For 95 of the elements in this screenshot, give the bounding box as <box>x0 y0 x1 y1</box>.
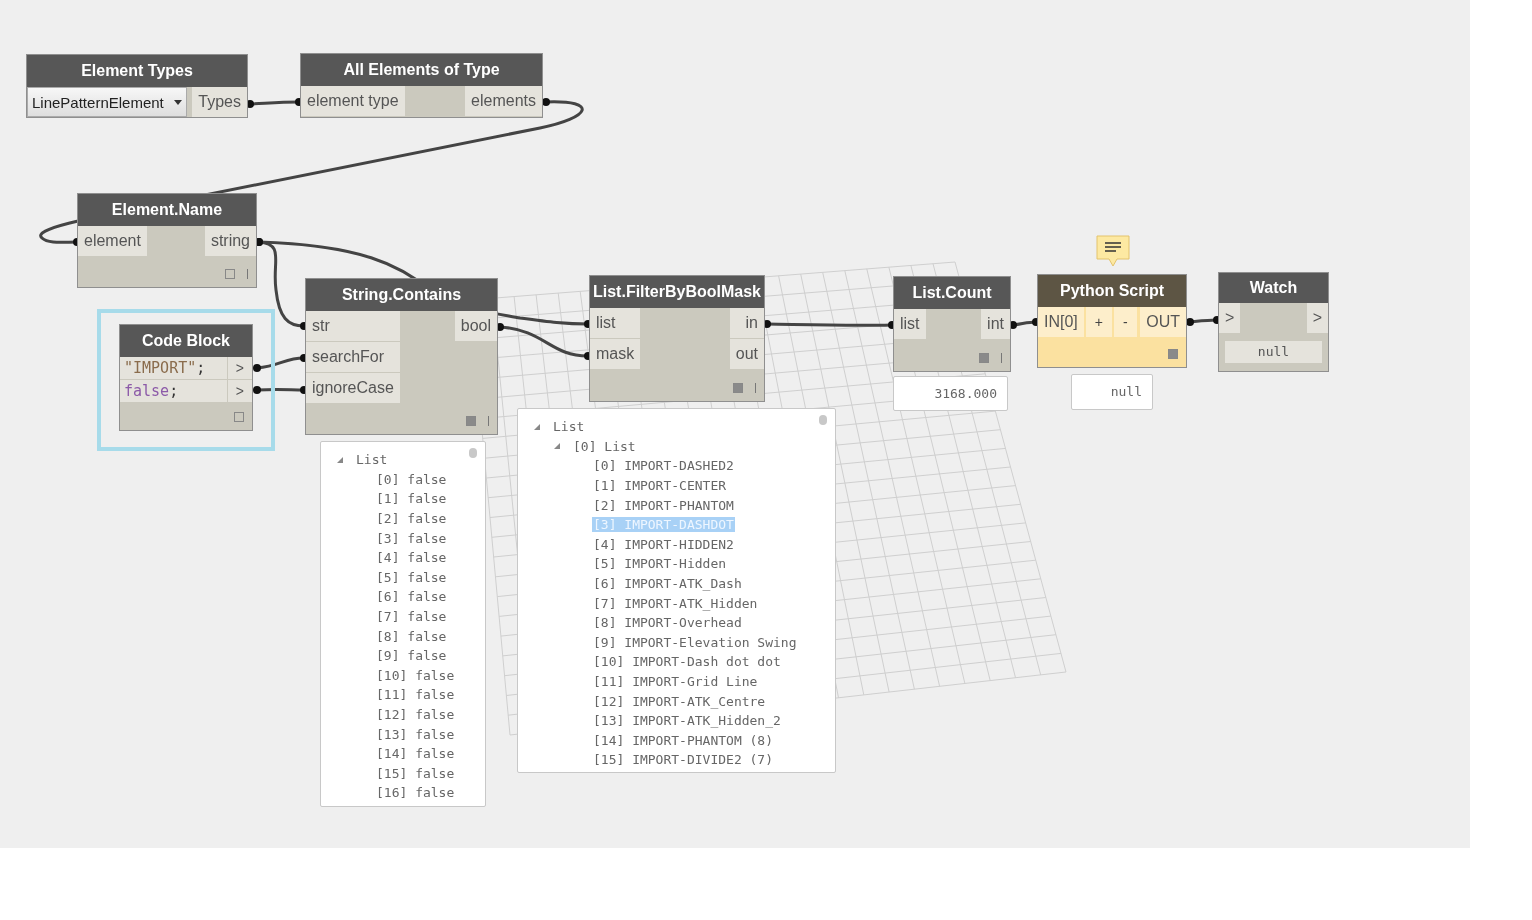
node-card[interactable]: Python Script IN[0] + - OUT <box>1037 274 1187 368</box>
list-item[interactable]: [6] false <box>375 589 448 605</box>
list-item[interactable]: [14] IMPORT-PHANTOM (8) <box>592 732 774 748</box>
input-port[interactable]: str <box>306 311 400 341</box>
type-dropdown[interactable]: LinePatternElement <box>27 87 187 117</box>
list-item[interactable]: [9] false <box>375 648 448 664</box>
node-card[interactable]: List.Count list int <box>893 276 1011 372</box>
input-port[interactable]: IN[0] <box>1038 307 1084 337</box>
preview-toggle-icon[interactable] <box>979 353 989 363</box>
output-port[interactable]: OUT <box>1140 307 1186 337</box>
node-card[interactable]: Watch > > null <box>1218 272 1329 372</box>
list-item[interactable]: [6] IMPORT-ATK_Dash <box>592 576 743 592</box>
input-port[interactable]: element <box>78 226 147 256</box>
preview-toggle-icon[interactable] <box>234 412 244 422</box>
list-item[interactable]: [2] IMPORT-PHANTOM <box>592 497 735 513</box>
watch-value: null <box>1225 341 1322 363</box>
list-item[interactable]: [2] false <box>375 511 448 527</box>
output-port[interactable]: Types <box>192 87 247 117</box>
scrollbar-thumb[interactable] <box>819 415 827 425</box>
list-item[interactable]: [11] IMPORT-Grid Line <box>592 674 759 689</box>
preview-toggle-icon[interactable] <box>466 416 476 426</box>
output-port[interactable]: int <box>981 309 1010 339</box>
preview-toggle-icon[interactable] <box>1168 349 1178 359</box>
output-port[interactable]: in <box>729 308 764 338</box>
output-port[interactable]: > <box>227 380 252 402</box>
comment-icon[interactable] <box>1096 235 1130 267</box>
list-item[interactable]: [15] false <box>375 765 456 781</box>
expand-icon[interactable] <box>337 456 343 463</box>
node-title[interactable]: Watch <box>1219 273 1328 303</box>
node-title[interactable]: List.Count <box>894 277 1010 309</box>
list-item[interactable]: [12] IMPORT-ATK_Centre <box>592 693 767 709</box>
preview-toggle-icon[interactable] <box>225 269 235 279</box>
preview-value: 3168.000 <box>893 376 1008 411</box>
node-title[interactable]: List.FilterByBoolMask <box>590 276 764 308</box>
list-item[interactable]: [13] false <box>375 726 456 742</box>
node-title[interactable]: All Elements of Type <box>301 54 542 86</box>
node-title[interactable]: Element Types <box>27 55 247 87</box>
list-item[interactable]: [12] false <box>375 707 456 722</box>
list-item[interactable]: [13] IMPORT-ATK_Hidden_2 <box>592 713 782 729</box>
list-item[interactable]: [10] IMPORT-Dash dot dot <box>592 654 782 670</box>
wire <box>253 354 308 372</box>
input-port[interactable]: list <box>590 308 641 338</box>
expand-icon[interactable] <box>554 443 560 450</box>
output-port[interactable]: > <box>227 357 252 379</box>
list-item[interactable]: [4] IMPORT-HIDDEN2 <box>592 536 735 552</box>
list-item[interactable]: [3] false <box>375 530 448 546</box>
port-button[interactable]: + <box>1085 307 1112 337</box>
node-card[interactable]: String.Contains str searchFor ignoreCase bool <box>305 278 498 435</box>
list-item[interactable]: [0] List <box>572 438 637 454</box>
list-item[interactable]: List <box>355 452 389 468</box>
preview-toggle-icon[interactable] <box>733 383 743 393</box>
node-title[interactable]: String.Contains <box>306 279 497 311</box>
node-title[interactable]: Code Block <box>120 325 252 357</box>
input-port[interactable]: ignoreCase <box>306 373 400 403</box>
input-port[interactable]: list <box>894 309 926 339</box>
expand-icon[interactable] <box>534 423 540 430</box>
node-card[interactable]: Code Block "IMPORT"; false; > > <box>119 324 253 431</box>
node-card[interactable]: Element Types LinePatternElement Types <box>26 54 248 118</box>
input-port[interactable]: searchFor <box>306 342 400 372</box>
wire <box>253 386 308 394</box>
list-item[interactable]: [1] IMPORT-CENTER <box>592 478 728 494</box>
node-title[interactable]: Python Script <box>1038 275 1186 307</box>
list-item[interactable]: [7] IMPORT-ATK_Hidden <box>592 595 759 611</box>
list-item[interactable]: [10] false <box>375 667 456 683</box>
list-item[interactable]: [4] false <box>375 550 448 566</box>
list-item[interactable]: [16] false <box>375 785 456 801</box>
list-item[interactable]: [11] false <box>375 687 456 703</box>
list-item[interactable]: [9] IMPORT-Elevation Swing <box>592 634 798 650</box>
list-item[interactable]: [1] false <box>375 491 448 507</box>
output-port[interactable]: out <box>729 339 764 369</box>
list-item[interactable]: [5] IMPORT-Hidden <box>592 556 728 572</box>
node-card[interactable]: All Elements of Type element type elements <box>300 53 543 118</box>
node-title[interactable]: Element.Name <box>78 194 256 226</box>
input-port[interactable]: element type <box>301 86 405 116</box>
output-port[interactable]: > <box>1306 303 1328 333</box>
port-button[interactable]: - <box>1114 307 1137 337</box>
list-item[interactable]: [8] IMPORT-Overhead <box>592 615 743 631</box>
output-port[interactable]: bool <box>454 311 497 341</box>
input-port[interactable]: > <box>1219 303 1241 333</box>
list-item[interactable]: [14] false <box>375 746 456 762</box>
list-item[interactable]: [7] false <box>375 609 448 625</box>
node-card[interactable]: List.FilterByBoolMask list mask in out <box>589 275 765 402</box>
input-port[interactable]: mask <box>590 339 641 369</box>
caret-icon <box>173 99 182 105</box>
list-item[interactable]: List <box>552 419 586 435</box>
output-port[interactable]: elements <box>465 86 542 116</box>
list-item[interactable]: [0] false <box>375 471 448 487</box>
list-item[interactable]: [0] IMPORT-DASHED2 <box>592 458 735 474</box>
list-item[interactable]: [5] false <box>375 569 448 585</box>
preview-value: null <box>1071 374 1153 410</box>
list-item[interactable]: [15] IMPORT-DIVIDE2 (7) <box>592 752 774 768</box>
list-item[interactable]: [8] false <box>375 628 448 644</box>
scrollbar-thumb[interactable] <box>469 448 477 458</box>
node-card[interactable]: Element.Name element string <box>77 193 257 288</box>
output-port[interactable]: string <box>204 226 256 256</box>
